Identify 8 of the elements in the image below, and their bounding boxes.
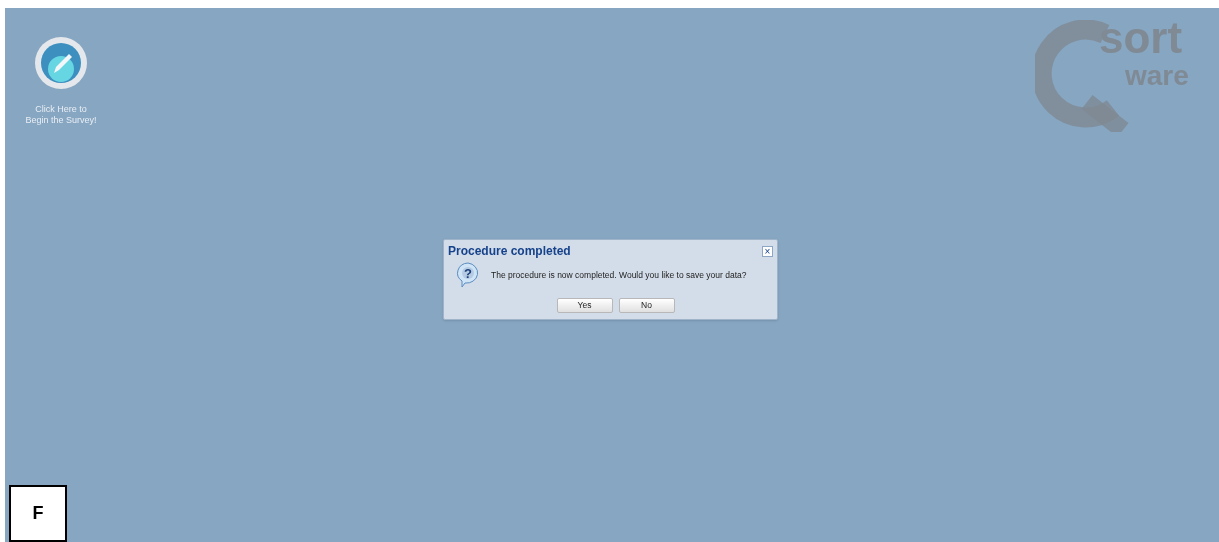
panel-label: F (9, 485, 67, 542)
dialog-button[interactable]: Yes (556, 298, 613, 313)
question-icon: ? (456, 262, 480, 288)
pencil-icon (34, 36, 88, 90)
dialog-message: The procedure is now completed. Would you like to save your data? (491, 268, 747, 282)
dialog-title: Procedure completed (448, 243, 571, 260)
dialog-button[interactable]: No (618, 298, 675, 313)
close-button[interactable]: × (762, 245, 773, 257)
